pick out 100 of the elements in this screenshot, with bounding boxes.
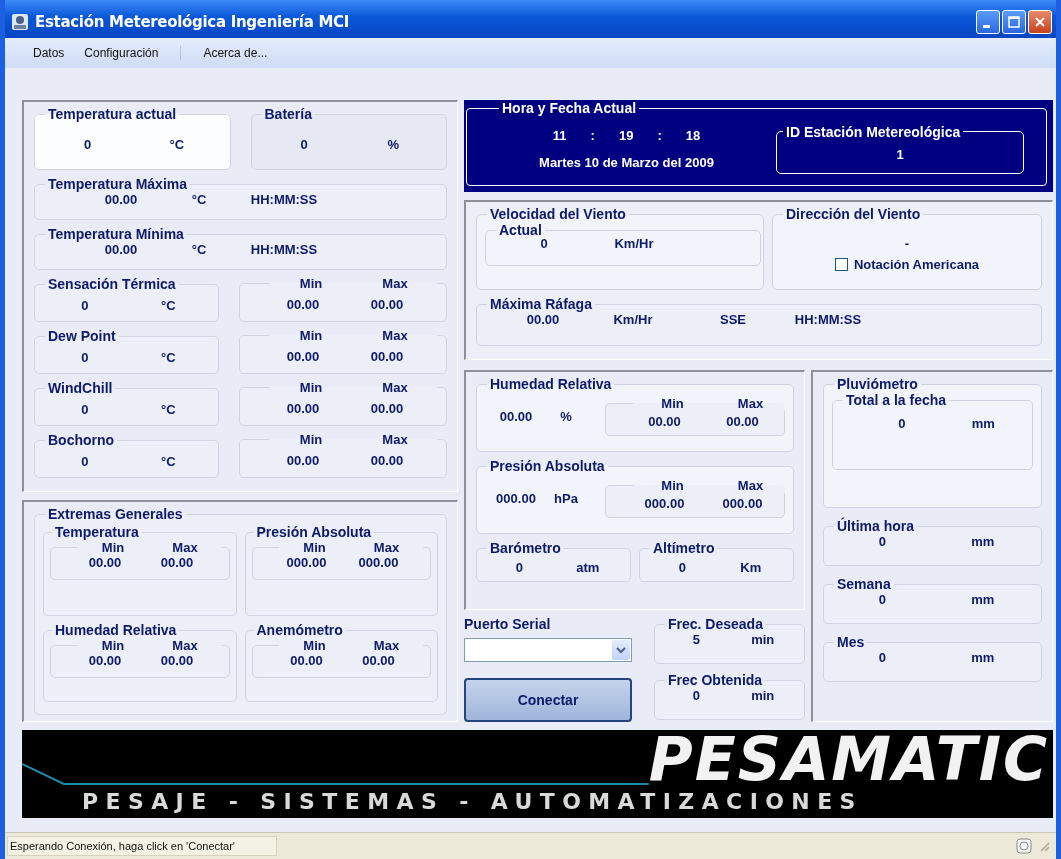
reading-value: 5 — [692, 632, 700, 647]
close-icon — [1034, 16, 1046, 28]
min-value: 00.00 — [286, 401, 320, 416]
time-value: HH:MM:SS — [250, 242, 318, 257]
reading-value: 0 — [84, 136, 92, 152]
group-label: Dirección del Viento — [785, 206, 922, 222]
reading-value: 0 — [515, 559, 523, 575]
menu-item[interactable]: Configuración — [74, 46, 169, 60]
min-value: 00.00 — [286, 297, 320, 312]
unit-label: min — [751, 688, 775, 703]
group-label: Dew Point — [47, 328, 117, 344]
unit-label: mm — [971, 416, 995, 431]
group-label: Frec. Deseada — [667, 616, 764, 632]
unit-label: °C — [160, 297, 176, 313]
max-value: 00.00 — [370, 453, 404, 468]
group-label: Presión Absoluta — [255, 524, 373, 540]
max-label: Max — [737, 478, 764, 493]
group-label: Frec Obtenida — [667, 672, 764, 688]
unit-label: hPa — [554, 490, 578, 506]
max-label: Max — [382, 276, 408, 291]
group-label: Semana — [836, 576, 892, 592]
reading-value: 0 — [81, 297, 89, 313]
group-label: Barómetro — [489, 540, 562, 556]
menu-item[interactable]: Datos — [23, 46, 75, 60]
min-label: Min — [661, 478, 684, 493]
max-value: 00.00 — [726, 414, 759, 429]
unit-label: Km/Hr — [613, 312, 653, 327]
menu-item[interactable]: Acerca de... — [193, 46, 278, 60]
group-label: Velocidad del Viento — [489, 206, 627, 222]
group-label: Temperatura Máxima — [47, 176, 188, 192]
max-label: Max — [373, 638, 400, 653]
group-label: Bochorno — [47, 432, 116, 448]
maximize-button[interactable] — [1002, 10, 1026, 34]
max-value: 00.00 — [370, 401, 404, 416]
max-value: 00.00 — [160, 555, 194, 570]
reading-value: 0 — [878, 592, 886, 607]
close-button[interactable] — [1028, 10, 1052, 34]
group-label: WindChill — [47, 380, 114, 396]
reading-value: 00.00 — [526, 312, 560, 327]
max-label: Max — [172, 638, 198, 653]
reading-value: 000.00 — [496, 490, 536, 506]
group-label: Total a la fecha — [845, 392, 948, 408]
min-label: Min — [661, 396, 684, 411]
group-label: Máxima Ráfaga — [489, 296, 593, 312]
reading-value: 00.00 — [499, 408, 533, 424]
serial-port-select[interactable] — [464, 638, 632, 662]
brand-logo: PESAMATIC — [648, 730, 1050, 788]
time-part: 19 — [618, 127, 634, 143]
max-value: 000.00 — [358, 555, 399, 570]
maximize-icon — [1008, 16, 1020, 28]
max-label: Max — [737, 396, 764, 411]
unit-label: °C — [160, 349, 176, 365]
group-label: Temperatura Mínima — [47, 226, 185, 242]
chevron-down-icon — [616, 646, 626, 654]
min-value: 000.00 — [286, 555, 327, 570]
unit-label: min — [751, 632, 775, 647]
group-label: Anemómetro — [255, 622, 344, 638]
reading-value: 0 — [878, 534, 886, 549]
min-value: 00.00 — [290, 653, 323, 668]
direction-value: - — [904, 236, 910, 251]
connect-button[interactable]: Conectar — [464, 678, 632, 722]
min-value: 00.00 — [648, 414, 681, 429]
group-label: Humedad Relativa — [54, 622, 178, 638]
min-value: 00.00 — [286, 349, 320, 364]
min-value: 000.00 — [644, 496, 685, 511]
unit-label: Km — [740, 559, 762, 575]
unit-label: °C — [191, 242, 207, 257]
status-text: Esperando Conexión, haga click en 'Conectar' — [7, 836, 277, 856]
time-part: 11 — [552, 127, 567, 143]
min-label: Min — [299, 380, 323, 395]
minimize-button[interactable] — [976, 10, 1000, 34]
max-label: Max — [382, 380, 408, 395]
unit-label: % — [560, 408, 572, 424]
min-label: Min — [303, 540, 326, 555]
reading-value: 0 — [692, 688, 700, 703]
min-label: Min — [299, 432, 323, 447]
time-value: HH:MM:SS — [794, 312, 862, 327]
group-label: Extremas Generales — [47, 506, 184, 522]
reading-value: 00.00 — [104, 192, 138, 207]
tagline: PESAJE - SISTEMAS - AUTOMATIZACIONES — [81, 788, 864, 816]
max-label: Max — [373, 540, 400, 555]
group-label: ID Estación Metereológica — [785, 123, 962, 140]
reading-value: 0 — [81, 401, 89, 417]
unit-label: % — [387, 136, 400, 152]
checkbox[interactable] — [834, 258, 848, 271]
unit-label: mm — [971, 650, 995, 665]
group-label: Actual — [498, 224, 543, 236]
resize-grip-icon — [1038, 840, 1050, 852]
app-icon — [11, 13, 29, 31]
group-label: Temperatura — [54, 524, 140, 540]
min-label: Min — [299, 276, 323, 291]
min-label: Min — [101, 540, 125, 555]
min-value: 00.00 — [286, 453, 320, 468]
unit-label: °C — [191, 192, 207, 207]
checkbox-label: Notación Americana — [853, 257, 980, 272]
field-label: Puerto Serial — [464, 616, 552, 632]
group-label: Hora y Fecha Actual — [501, 100, 638, 116]
window-title: Estación Metereológica Ingeniería MCI — [35, 13, 350, 31]
minimize-icon — [983, 24, 990, 28]
max-value: 00.00 — [362, 653, 395, 668]
